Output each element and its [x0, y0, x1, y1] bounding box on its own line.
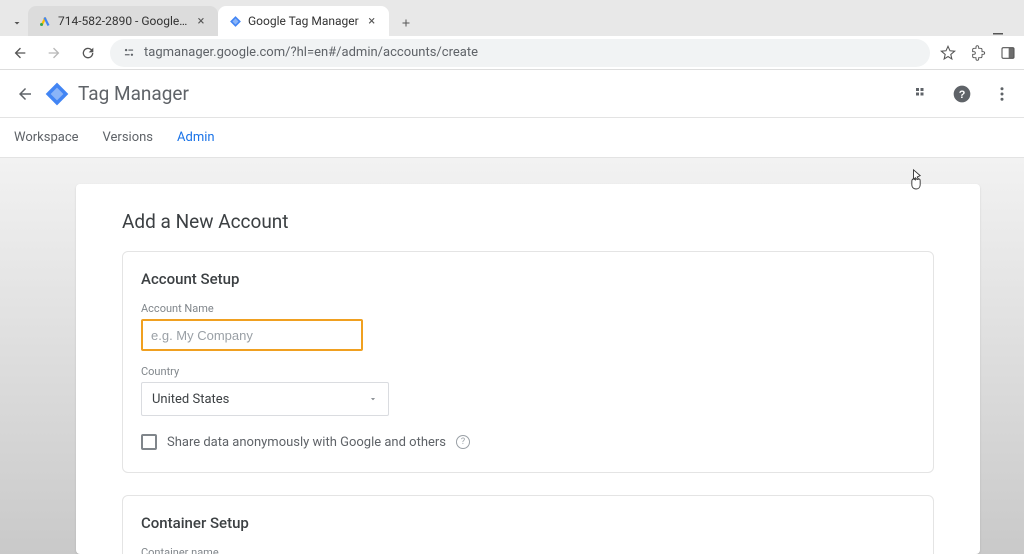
address-bar[interactable]: tagmanager.google.com/?hl=en#/admin/acco… — [110, 39, 930, 67]
browser-tab-google-ads[interactable]: 714-582-2890 - Google Ads × — [28, 6, 218, 36]
more-menu-icon[interactable] — [990, 82, 1014, 106]
account-name-label: Account Name — [141, 302, 915, 315]
account-name-field: Account Name — [141, 302, 915, 351]
country-value: United States — [152, 392, 229, 407]
close-icon[interactable]: × — [194, 14, 208, 29]
browser-chrome: 714-582-2890 - Google Ads × Google Tag M… — [0, 0, 1024, 70]
tag-manager-icon — [228, 14, 242, 28]
main-card: Add a New Account Account Setup Account … — [76, 184, 980, 554]
country-label: Country — [141, 365, 915, 378]
country-field: Country United States — [141, 365, 915, 416]
share-data-row: Share data anonymously with Google and o… — [141, 434, 915, 450]
container-setup-title: Container Setup — [141, 514, 915, 532]
content-area: Add a New Account Account Setup Account … — [0, 158, 1024, 554]
browser-tab-tag-manager[interactable]: Google Tag Manager × — [218, 6, 389, 36]
container-name-label: Container name — [141, 546, 915, 554]
sub-nav: Workspace Versions Admin — [0, 118, 1024, 158]
url-text: tagmanager.google.com/?hl=en#/admin/acco… — [144, 45, 478, 60]
tab-versions[interactable]: Versions — [103, 130, 153, 145]
reload-button[interactable] — [76, 41, 100, 65]
tag-manager-logo-icon — [44, 81, 70, 107]
tab-title: Google Tag Manager — [248, 14, 359, 28]
account-name-input[interactable] — [141, 319, 363, 351]
share-data-checkbox[interactable] — [141, 434, 157, 450]
panel-icon[interactable] — [1000, 45, 1016, 61]
close-icon[interactable]: × — [365, 14, 379, 29]
extensions-icon[interactable] — [970, 45, 986, 61]
window-controls — [992, 24, 1018, 36]
chevron-down-icon — [368, 394, 378, 404]
tabs-dropdown[interactable] — [6, 10, 28, 36]
address-bar-row: tagmanager.google.com/?hl=en#/admin/acco… — [0, 36, 1024, 70]
site-settings-icon[interactable] — [122, 46, 136, 60]
tab-workspace[interactable]: Workspace — [14, 130, 79, 145]
new-tab-button[interactable] — [393, 10, 419, 36]
apps-grid-icon[interactable] — [910, 82, 934, 106]
bookmark-icon[interactable] — [940, 45, 956, 61]
country-dropdown[interactable]: United States — [141, 382, 389, 416]
app-title: Tag Manager — [78, 82, 189, 105]
nav-back-button[interactable] — [8, 41, 32, 65]
page-heading: Add a New Account — [122, 210, 934, 233]
google-ads-icon — [38, 14, 52, 28]
nav-forward-button — [42, 41, 66, 65]
share-help-icon[interactable]: ? — [456, 435, 470, 449]
share-data-label: Share data anonymously with Google and o… — [167, 435, 446, 450]
app-header: Tag Manager ? — [0, 70, 1024, 118]
header-back-button[interactable] — [10, 79, 40, 109]
tab-title: 714-582-2890 - Google Ads — [58, 14, 188, 28]
svg-text:?: ? — [959, 89, 966, 101]
help-icon[interactable]: ? — [950, 82, 974, 106]
account-setup-title: Account Setup — [141, 270, 915, 288]
account-setup-panel: Account Setup Account Name Country Unite… — [122, 251, 934, 473]
minimize-icon[interactable] — [992, 24, 1004, 36]
container-setup-panel: Container Setup Container name — [122, 495, 934, 554]
tab-strip: 714-582-2890 - Google Ads × Google Tag M… — [0, 0, 1024, 36]
tab-admin[interactable]: Admin — [177, 130, 215, 145]
